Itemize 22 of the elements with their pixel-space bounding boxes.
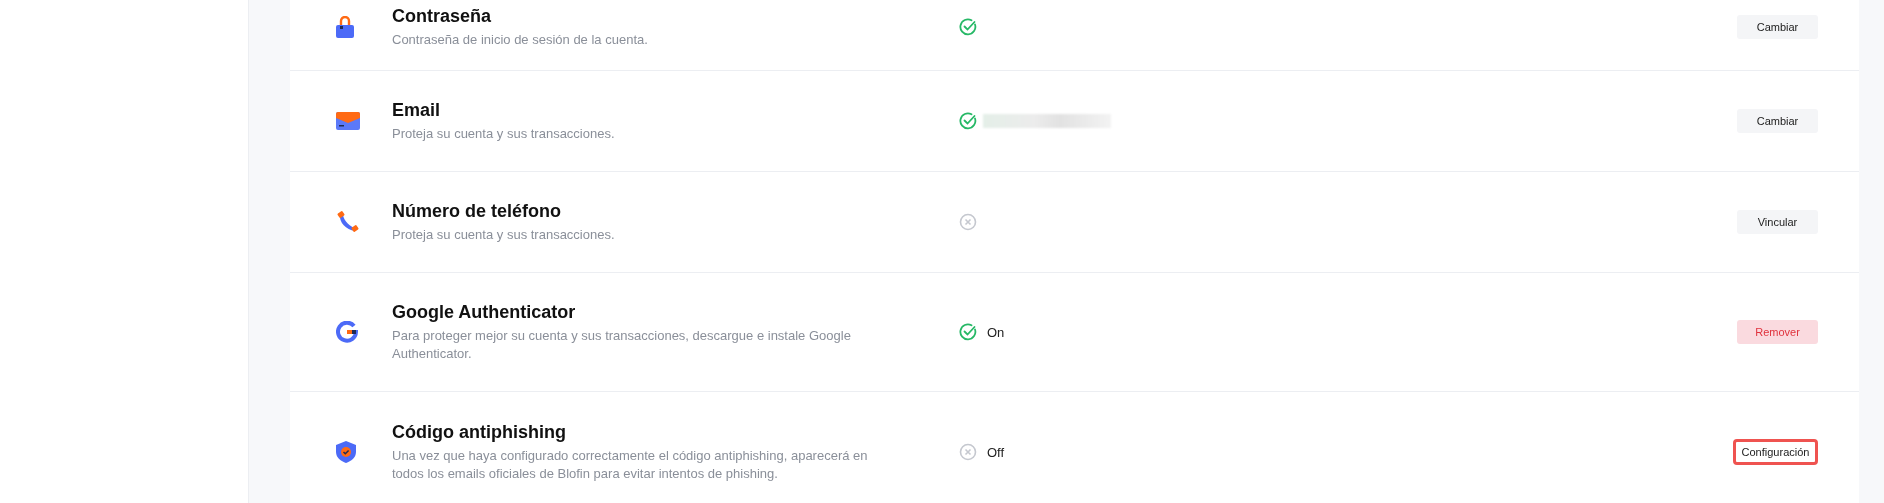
- shield-icon: [336, 441, 356, 463]
- item-title: Número de teléfono: [392, 200, 562, 222]
- action-button[interactable]: Cambiar: [1737, 15, 1818, 39]
- action-button[interactable]: Vincular: [1737, 210, 1818, 234]
- item-title: Contraseña: [392, 5, 493, 27]
- item-description: Proteja su cuenta y sus transacciones.: [392, 124, 616, 143]
- action-button[interactable]: Configuración: [1733, 439, 1818, 465]
- item-description: Contraseña de inicio de sesión de la cuenta.: [392, 30, 649, 49]
- status-text: Off: [987, 444, 1005, 460]
- remove-button[interactable]: Remover: [1737, 320, 1818, 344]
- g-letter-icon: [336, 321, 358, 343]
- item-title: Email: [392, 99, 442, 121]
- item-title: Google Authenticator: [392, 301, 577, 323]
- item-description: Para proteger mejor su cuenta y sus transacciones, descargue e instale Google Authenticator.: [392, 326, 852, 363]
- item-description: Proteja su cuenta y sus transacciones.: [392, 225, 616, 244]
- item-title: Código antiphishing: [392, 421, 567, 443]
- envelope-icon: [336, 112, 360, 130]
- phone-icon: [336, 210, 360, 234]
- padlock-icon: [336, 16, 354, 38]
- status-text: On: [987, 324, 1005, 340]
- item-description: Una vez que haya configurado correctamente el código antiphishing, aparecerá en todos los emails oficiales de Blofin para evitar intentos de phishing.: [392, 446, 869, 483]
- action-button[interactable]: Cambiar: [1737, 109, 1818, 133]
